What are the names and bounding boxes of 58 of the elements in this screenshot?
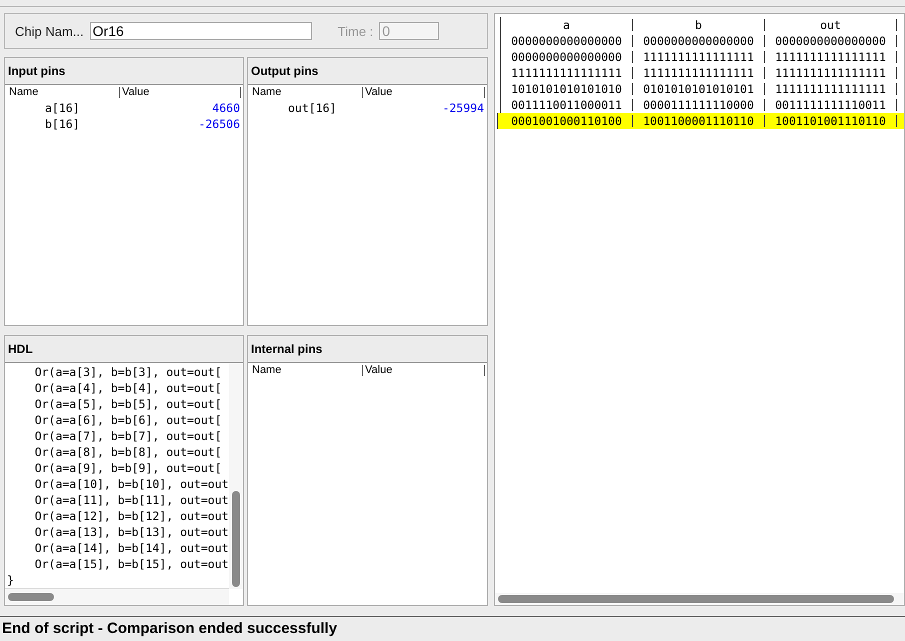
column-header: Value bbox=[363, 365, 485, 376]
pin-value: -25994 bbox=[441, 100, 485, 116]
table-cell: 0000000000000000 bbox=[501, 35, 633, 47]
table-cell: 0011111111110011 bbox=[765, 99, 897, 111]
pin-name: b[16] bbox=[44, 116, 81, 132]
table-cell: 0000000000000000 bbox=[765, 35, 897, 47]
scrollbar-thumb[interactable] bbox=[232, 491, 240, 587]
table-cell: 0000000000000000 bbox=[633, 35, 765, 47]
table-cell: 0000000000000000 bbox=[501, 51, 633, 63]
column-header: b bbox=[633, 19, 765, 31]
column-header: Name bbox=[5, 87, 120, 98]
time-label: Time : bbox=[338, 24, 374, 38]
code-line: Or(a=a[9], b=b[9], out=out[ bbox=[34, 460, 223, 476]
pin-value: -26506 bbox=[197, 116, 241, 132]
code-line: Or(a=a[13], b=b[13], out=out bbox=[34, 524, 229, 540]
comparison-row[interactable]: 0000000000000000 1111111111111111 1111111111111111 bbox=[500, 49, 904, 65]
code-line: Or(a=a[5], b=b[5], out=out[ bbox=[34, 396, 223, 412]
code-line: Or(a=a[15], b=b[15], out=out bbox=[34, 556, 229, 572]
table-cell: 0011110011000011 bbox=[501, 99, 633, 111]
code-line: Or(a=a[10], b=b[10], out=out bbox=[34, 476, 229, 492]
table-cell: 1111111111111111 bbox=[765, 67, 897, 79]
comparison-row[interactable]: 1010101010101010 0101010101010101 1111111111111111 bbox=[500, 81, 904, 97]
table-cell: 1001101001110110 bbox=[765, 115, 897, 127]
table-cell: 0001001000110100 bbox=[501, 115, 633, 127]
pin-name: out[16] bbox=[287, 100, 338, 116]
table-cell: 1001100001110110 bbox=[633, 115, 765, 127]
table-cell: 1111111111111111 bbox=[633, 67, 765, 79]
code-line: Or(a=a[3], b=b[3], out=out[ bbox=[34, 364, 223, 380]
code-line: Or(a=a[6], b=b[6], out=out[ bbox=[34, 412, 223, 428]
chip-name-field[interactable]: Or16 bbox=[90, 22, 312, 40]
pin-name: a[16] bbox=[44, 100, 81, 116]
column-header: a bbox=[501, 19, 633, 31]
code-line: Or(a=a[11], b=b[11], out=out bbox=[34, 492, 229, 508]
table-cell: 0101010101010101 bbox=[633, 83, 765, 95]
table-cell: 1010101010101010 bbox=[501, 83, 633, 95]
code-line: Or(a=a[12], b=b[12], out=out bbox=[34, 508, 229, 524]
code-line: } bbox=[7, 572, 15, 588]
pin-value: 4660 bbox=[211, 100, 241, 116]
column-header: Value bbox=[120, 87, 241, 98]
scrollbar-thumb[interactable] bbox=[8, 593, 54, 601]
comparison-row[interactable]: 0001001000110100 1001100001110110 1001101001110110 bbox=[497, 113, 904, 129]
code-line: Or(a=a[4], b=b[4], out=out[ bbox=[34, 380, 223, 396]
table-cell: 0000111111110000 bbox=[633, 99, 765, 111]
table-cell: 1111111111111111 bbox=[633, 51, 765, 63]
comparison-row[interactable]: 0000000000000000 0000000000000000 0000000000000000 bbox=[500, 33, 904, 49]
code-line: Or(a=a[8], b=b[8], out=out[ bbox=[34, 444, 223, 460]
column-header: Value bbox=[363, 87, 485, 98]
code-line: Or(a=a[7], b=b[7], out=out[ bbox=[34, 428, 223, 444]
chip-name-label: Chip Nam... bbox=[15, 24, 84, 38]
table-cell: 1111111111111111 bbox=[765, 83, 897, 95]
code-line: Or(a=a[14], b=b[14], out=out bbox=[34, 540, 229, 556]
scrollbar-thumb[interactable] bbox=[498, 595, 894, 603]
table-cell: 1111111111111111 bbox=[501, 67, 633, 79]
table-cell: 1111111111111111 bbox=[765, 51, 897, 63]
comparison-row[interactable]: 1111111111111111 1111111111111111 1111111111111111 bbox=[500, 65, 904, 81]
column-header: Name bbox=[248, 365, 363, 376]
column-header: Name bbox=[248, 87, 363, 98]
column-header: out bbox=[765, 19, 897, 31]
